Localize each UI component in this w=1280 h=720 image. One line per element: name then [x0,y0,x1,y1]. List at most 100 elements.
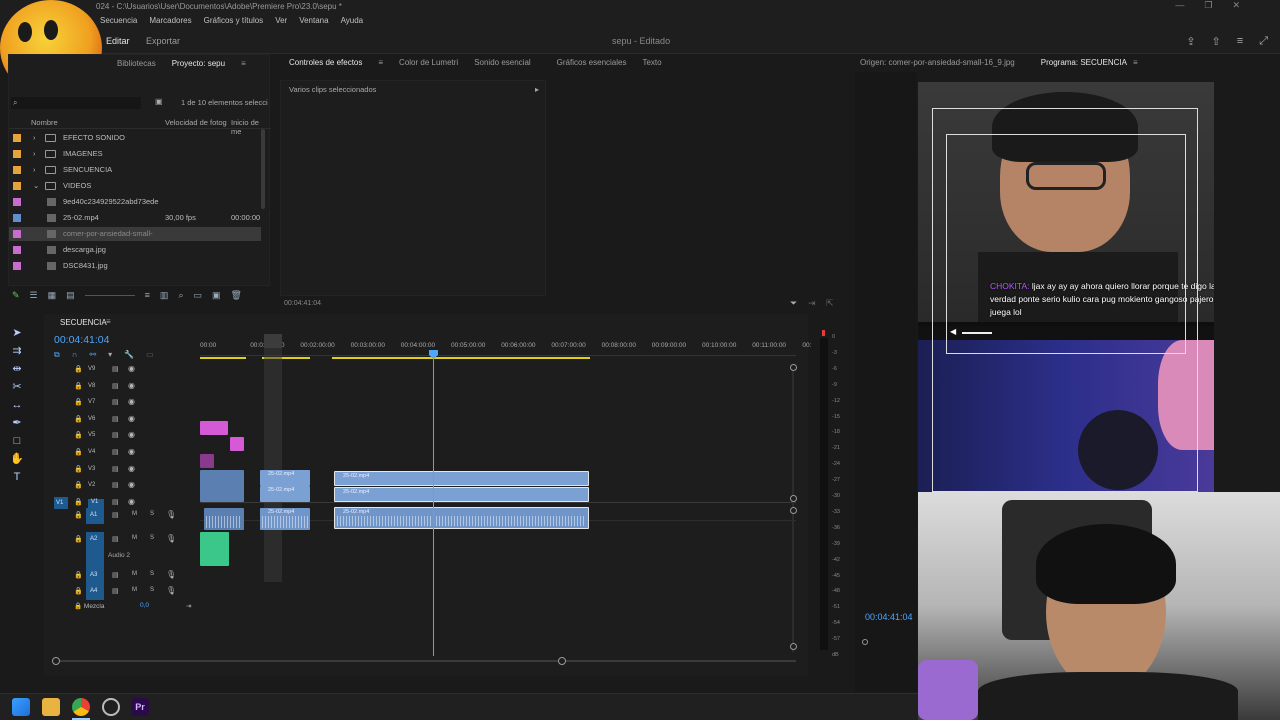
eye-icon[interactable]: ◉ [128,364,135,373]
voiceover-mic-icon[interactable]: 🎙 [166,586,176,595]
audio-clip-music[interactable] [200,532,229,566]
type-icon[interactable]: T [10,470,24,484]
sync-lock-icon[interactable]: ▤ [112,431,119,439]
vscroll-audio-handle[interactable] [790,507,797,514]
project-item[interactable]: comer-por-ansiedad-small- [9,227,261,241]
track-name[interactable]: A4 [86,584,104,600]
mute-button[interactable]: M [132,571,137,577]
audio-clip[interactable]: 25-02.mp4 [260,508,310,530]
panel-menu-icon[interactable]: ≡ [1133,58,1138,67]
solo-button[interactable]: S [150,511,154,517]
panel-menu-icon[interactable]: ≡ [106,317,111,326]
solo-button[interactable]: S [150,571,154,577]
trim-icon[interactable]: ⇥ [808,298,816,309]
color-label[interactable] [13,214,21,222]
audio-track-header[interactable]: 🔒 A4 ▤ M S 🎙 [44,584,196,600]
expand-chevron-icon[interactable]: ⌄ [33,179,39,193]
lock-icon[interactable]: 🔒 [74,498,83,506]
razor-icon[interactable]: ✂ [10,380,24,394]
col-fps[interactable]: Velocidad de fotog [165,118,227,127]
lock-icon[interactable]: 🔒 [74,365,83,373]
project-item[interactable]: › EFECTO SONIDO [9,131,261,145]
audio-clip[interactable]: 25-02.mp4 [334,507,589,529]
project-item[interactable]: descarga.jpg [9,243,261,257]
program-monitor-video[interactable]: CHOKITA: ljax ay ay ay ahora quiero llor… [918,82,1214,492]
transform-inner-box[interactable] [946,134,1186,354]
project-item[interactable]: › IMAGENES [9,147,261,161]
track-name[interactable]: V2 [88,482,104,494]
track-name[interactable]: V9 [88,366,104,378]
tab-programa[interactable]: Programa: SECUENCIA [1041,58,1127,67]
tab-controles-efectos[interactable]: Controles de efectos [289,58,362,67]
tab-color-lumetri[interactable]: Color de Lumetri [399,58,458,67]
lock-icon[interactable]: 🔒 [74,398,83,406]
color-label[interactable] [13,246,21,254]
menu-marcadores[interactable]: Marcadores [149,14,191,28]
lock-icon[interactable]: 🔒 [74,431,83,439]
lock-icon[interactable]: 🔒 [74,511,83,519]
menu-ayuda[interactable]: Ayuda [341,14,364,28]
wrench-icon[interactable]: 🔧 [124,350,134,360]
eye-icon[interactable]: ◉ [128,464,135,473]
fullscreen-icon[interactable]: ⤢ [1259,35,1268,48]
eye-icon[interactable]: ◉ [128,397,135,406]
vscroll-mid-handle[interactable] [790,495,797,502]
voiceover-mic-icon[interactable]: 🎙 [166,570,176,579]
sort-icon[interactable]: ≡ [145,290,150,304]
eye-icon[interactable]: ◉ [128,480,135,489]
timeline-timecode[interactable]: 00:04:41:04 [54,334,109,346]
track-name[interactable]: V4 [88,449,104,461]
expand-icon[interactable]: ▸ [535,85,539,94]
video-clip[interactable]: 25-02.mp4 [334,471,589,486]
lock-icon[interactable]: 🔒 [74,415,83,423]
source-patch-v1[interactable]: V1 [54,496,68,509]
zoom-slider[interactable] [84,290,135,296]
selection-tool-icon[interactable]: ➤ [10,326,24,340]
automate-icon[interactable]: ▥ [160,290,169,304]
panel-menu-icon[interactable]: ≡ [241,59,246,68]
audio-track-label[interactable]: Audio 2 [108,552,130,559]
time-ruler[interactable]: 00:0000:01:00:0000:02:00:0000:03:00:0000… [200,342,811,356]
lock-icon[interactable]: 🔒 [74,382,83,390]
tab-proyecto[interactable]: Proyecto: sepu [172,59,225,68]
tab-sonido-esencial[interactable]: Sonido esencial [474,58,530,67]
premiere-pro-icon[interactable]: Pr [131,698,149,716]
horizontal-scrollbar[interactable] [52,660,796,662]
program-scrub-handle[interactable] [862,639,868,645]
voiceover-mic-icon[interactable]: 🎙 [166,534,176,543]
sync-lock-icon[interactable]: ▤ [112,398,119,406]
tab-graficos-esenciales[interactable]: Gráficos esenciales [557,58,627,67]
video-clip-stack[interactable] [200,470,244,502]
freeform-view-icon[interactable]: ▤ [66,290,75,304]
project-item[interactable]: 9ed40c234929522abd73ede [9,195,261,209]
vscroll-bottom-handle[interactable] [790,643,797,650]
project-item[interactable]: 25-02.mp4 30,00 fps 00:00:00 [9,211,261,225]
video-track-header[interactable]: 🔒 V9 ▤ ◉ [44,362,196,378]
color-label[interactable] [13,198,21,206]
video-clip[interactable]: 25-02.mp4 [260,486,310,502]
filter-icon[interactable]: ⏷ [790,298,797,309]
col-nombre[interactable]: Nombre [31,118,58,127]
minimize-icon[interactable]: — [1175,0,1184,14]
lock-icon[interactable]: 🔒 [74,535,83,543]
vscroll-top-handle[interactable] [790,364,797,371]
audio-track-header[interactable]: 🔒 A1 ▤ M S 🎙 [44,508,196,524]
video-track-header[interactable]: 🔒 V6 ▤ ◉ [44,412,196,428]
tab-bibliotecas[interactable]: Bibliotecas [117,59,156,68]
lock-icon[interactable]: 🔒 [74,571,83,579]
track-select-icon[interactable]: ⇉ [10,344,24,358]
mix-end-icon[interactable]: ⇥ [186,602,191,610]
mute-button[interactable]: M [132,587,137,593]
pencil-icon[interactable]: ✎ [12,290,20,304]
share-icon[interactable]: ⇧ [1212,35,1221,48]
scroll-right-handle[interactable] [558,657,566,665]
pen-icon[interactable]: ✒ [10,416,24,430]
clear-icon[interactable]: 🗑 [231,290,242,304]
slip-icon[interactable]: ↔ [10,398,24,412]
project-search-input[interactable]: ⌕ [11,97,141,109]
lock-icon[interactable]: 🔒 [74,603,84,610]
video-track-header[interactable]: 🔒 V7 ▤ ◉ [44,395,196,411]
voiceover-mic-icon[interactable]: 🎙 [166,510,176,519]
solo-button[interactable]: S [150,587,154,593]
menu-graficos[interactable]: Gráficos y títulos [204,14,264,28]
